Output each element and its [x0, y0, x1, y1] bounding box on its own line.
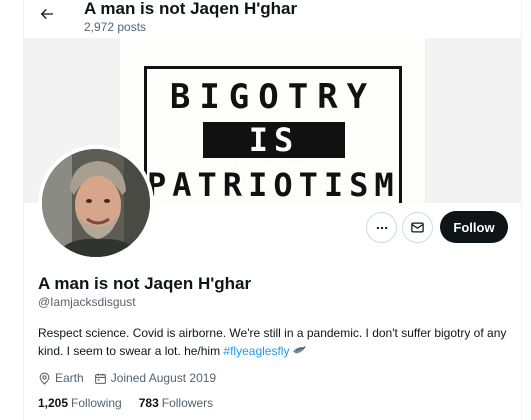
avatar[interactable]: [38, 145, 154, 261]
banner-line-2: IS NOT: [203, 122, 345, 194]
joined-item: Joined August 2019: [94, 371, 216, 385]
banner-line-3: PATRIOTISM: [147, 166, 400, 203]
following-count: 1,205: [38, 396, 69, 410]
more-button[interactable]: [366, 212, 397, 243]
following-label: Following: [71, 396, 122, 410]
envelope-icon: [411, 222, 424, 233]
banner-image: BIGOTRY IS NOT PATRIOTISM: [120, 38, 425, 203]
eagle-emoji-icon: [292, 343, 307, 361]
profile-header: A man is not Jaqen H'ghar 2,972 posts: [24, 0, 521, 38]
profile-stats: 1,205 Following 783 Followers: [38, 396, 230, 410]
profile-bio: Respect science. Covid is airborne. We'r…: [38, 324, 508, 361]
follow-button[interactable]: Follow: [440, 211, 508, 243]
back-button[interactable]: [36, 3, 58, 25]
followers-count: 783: [138, 396, 159, 410]
location-item: Earth: [38, 371, 84, 385]
more-horizontal-icon: [376, 226, 387, 229]
display-name: A man is not Jaqen H'ghar: [38, 274, 252, 293]
avatar-photo: [42, 149, 150, 257]
banner-sign: BIGOTRY IS NOT PATRIOTISM: [144, 66, 402, 203]
banner-line-1: BIGOTRY: [169, 77, 377, 117]
column-divider-right: [521, 0, 522, 420]
bio-hashtag-link[interactable]: #flyeaglesfly: [223, 344, 289, 358]
profile-meta: Earth Joined August 2019: [38, 370, 226, 386]
location-text: Earth: [55, 371, 84, 385]
following-link[interactable]: 1,205 Following: [38, 396, 122, 410]
message-button[interactable]: [402, 212, 433, 243]
calendar-icon: [94, 373, 106, 384]
header-title: A man is not Jaqen H'ghar: [84, 0, 298, 18]
followers-label: Followers: [161, 396, 214, 410]
arrow-left-icon: [40, 8, 53, 20]
followers-link[interactable]: 783 Followers: [139, 396, 213, 410]
joined-text: Joined August 2019: [110, 371, 217, 385]
location-pin-icon: [39, 372, 50, 385]
user-handle: @Iamjacksdisgust: [38, 295, 136, 309]
posts-count: 2,972 posts: [84, 20, 147, 34]
